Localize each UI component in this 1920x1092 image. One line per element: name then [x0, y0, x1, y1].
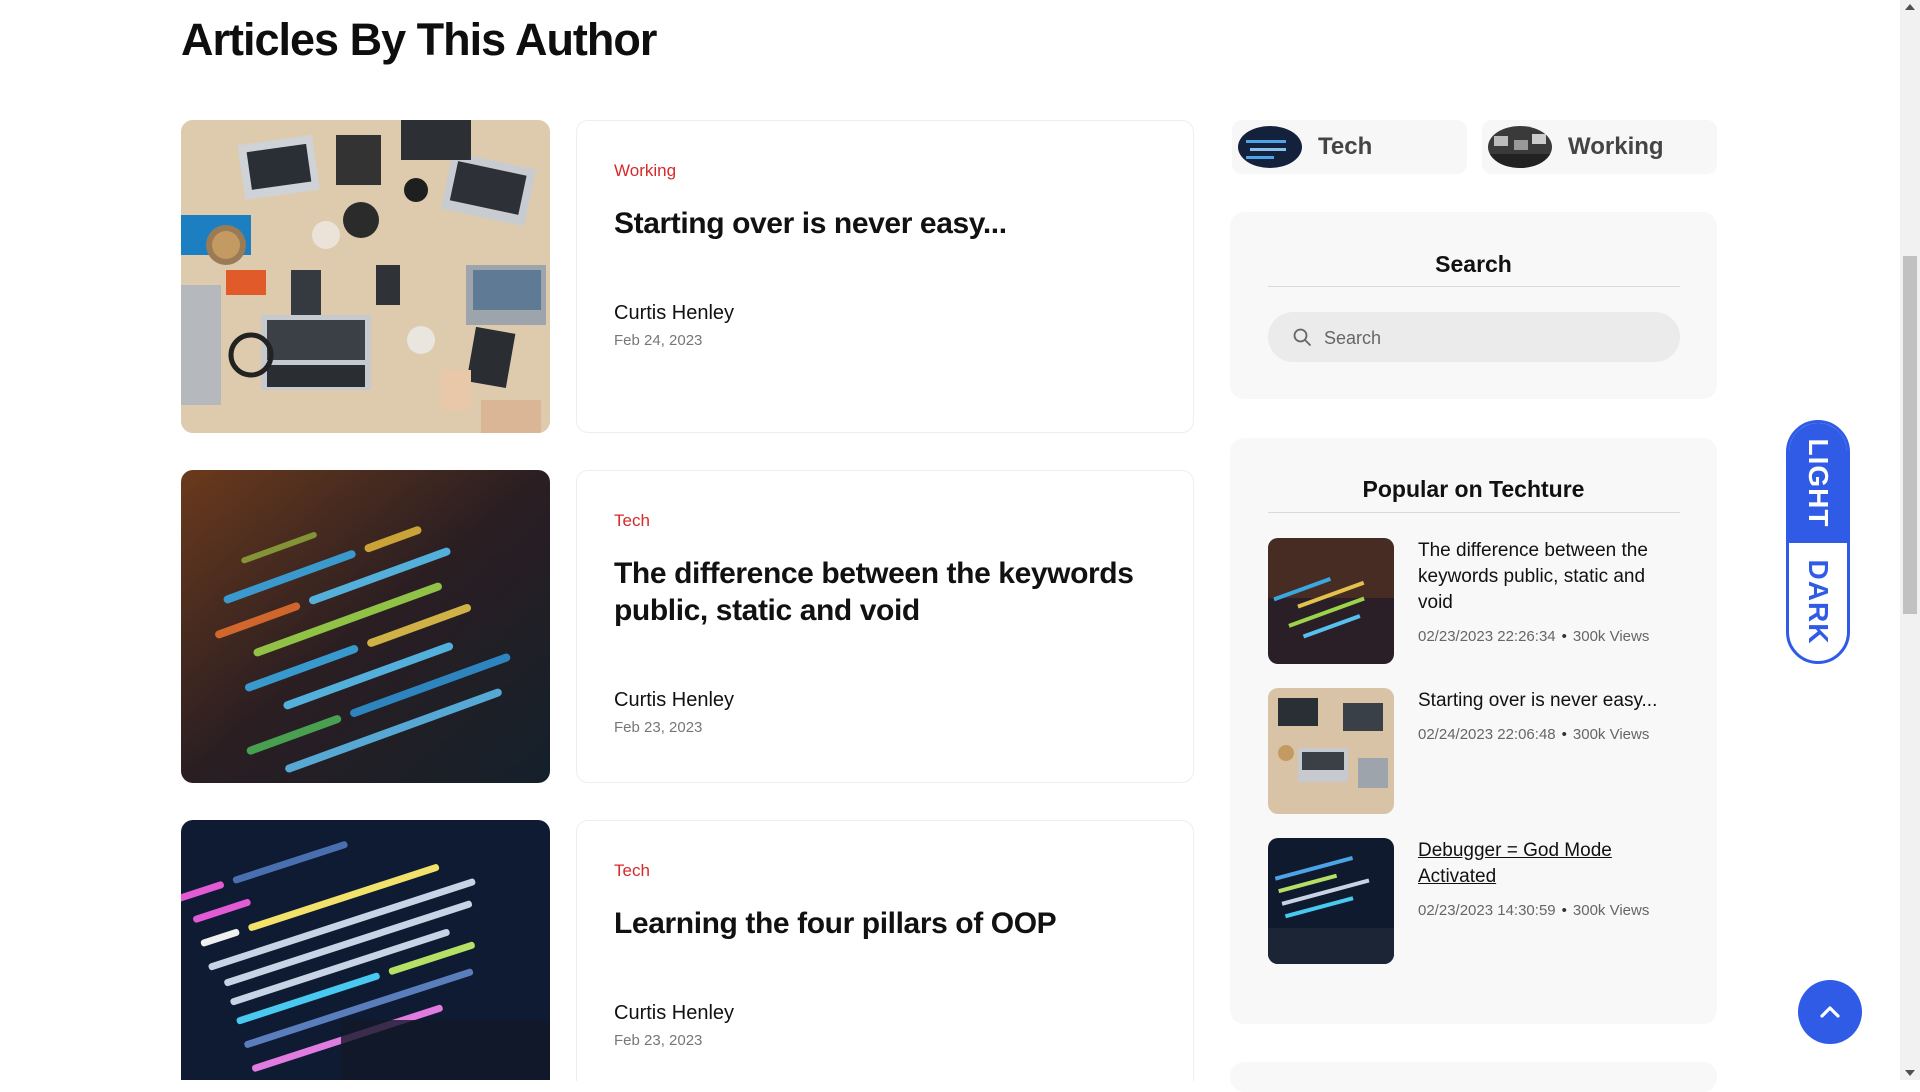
article-card[interactable]: Tech The difference between the keywords… — [576, 470, 1194, 783]
light-mode-button[interactable]: LIGHT — [1789, 423, 1847, 543]
popular-item-title[interactable]: Debugger = God Mode Activated — [1418, 838, 1680, 890]
popular-item[interactable]: Debugger = God Mode Activated 02/23/2023… — [1268, 838, 1680, 964]
search-icon[interactable] — [1292, 327, 1312, 347]
article-title[interactable]: Starting over is never easy... — [614, 205, 1174, 242]
search-widget: Search — [1230, 212, 1717, 399]
scroll-to-top-button[interactable] — [1798, 980, 1862, 1044]
article-date: Feb 23, 2023 — [614, 719, 703, 736]
article-title[interactable]: The difference between the keywords publ… — [614, 555, 1174, 629]
popular-item-datetime: 02/24/2023 22:06:48 — [1418, 726, 1556, 743]
dark-mode-button[interactable]: DARK — [1789, 543, 1847, 661]
popular-item-datetime: 02/23/2023 22:26:34 — [1418, 628, 1556, 645]
article-card[interactable]: Tech Learning the four pillars of OOP Cu… — [576, 820, 1194, 1081]
article-category[interactable]: Tech — [614, 861, 650, 881]
divider — [1268, 286, 1680, 287]
scroll-down-arrow-icon[interactable] — [1905, 1070, 1915, 1076]
scroll-up-arrow-icon[interactable] — [1905, 4, 1915, 10]
article-category[interactable]: Working — [614, 161, 676, 181]
popular-item-thumbnail[interactable] — [1268, 838, 1394, 964]
category-chip-tech[interactable]: Tech — [1232, 120, 1467, 174]
popular-item-title[interactable]: Starting over is never easy... — [1418, 688, 1680, 714]
popular-item-meta: 02/24/2023 22:06:48 • 300k Views — [1418, 726, 1649, 743]
article-card[interactable]: Working Starting over is never easy... C… — [576, 120, 1194, 433]
code-screen-photo — [181, 470, 550, 783]
popular-item-views: 300k Views — [1572, 726, 1650, 743]
popular-item-views: 300k Views — [1572, 902, 1650, 919]
popular-widget-title: Popular on Techture — [1362, 476, 1585, 502]
article-title[interactable]: Learning the four pillars of OOP — [614, 905, 1174, 942]
popular-item-meta: 02/23/2023 14:30:59 • 300k Views — [1418, 902, 1649, 919]
popular-item-thumbnail[interactable] — [1268, 688, 1394, 814]
scrollbar-thumb[interactable] — [1903, 256, 1917, 614]
article-category[interactable]: Tech — [614, 511, 650, 531]
category-chip-label: Tech — [1318, 133, 1373, 160]
article-date: Feb 23, 2023 — [614, 1032, 703, 1049]
page-scrollbar[interactable] — [1900, 0, 1920, 1080]
popular-widget: Popular on Techture The difference betwe… — [1230, 438, 1717, 1024]
article-date: Feb 24, 2023 — [614, 332, 703, 349]
chevron-up-icon — [1820, 1006, 1840, 1018]
article-image-code[interactable] — [181, 470, 550, 783]
search-box[interactable] — [1268, 312, 1680, 364]
popular-item-meta: 02/23/2023 22:26:34 • 300k Views — [1418, 628, 1649, 645]
search-input[interactable] — [1322, 312, 1666, 364]
article-author[interactable]: Curtis Henley — [614, 1002, 734, 1025]
laptops-desk-photo — [181, 120, 550, 433]
separator-dot: • — [1561, 902, 1567, 919]
separator-dot: • — [1561, 628, 1567, 645]
article-author[interactable]: Curtis Henley — [614, 689, 734, 712]
category-chip-working[interactable]: Working — [1482, 120, 1717, 174]
popular-item-datetime: 02/23/2023 14:30:59 — [1418, 902, 1556, 919]
category-chip-label: Working — [1568, 133, 1664, 160]
article-image-laptops[interactable] — [181, 120, 550, 433]
theme-toggle[interactable]: LIGHT DARK — [1786, 420, 1850, 664]
popular-item[interactable]: Starting over is never easy... 02/24/202… — [1268, 688, 1680, 814]
dark-mode-label: DARK — [1803, 559, 1834, 645]
separator-dot: • — [1561, 726, 1567, 743]
divider — [1268, 512, 1680, 513]
popular-item-thumbnail[interactable] — [1268, 538, 1394, 664]
article-author[interactable]: Curtis Henley — [614, 302, 734, 325]
search-widget-title: Search — [1435, 251, 1512, 277]
office-thumb-image — [1488, 126, 1552, 168]
code-laptop-photo — [181, 820, 550, 1080]
page-heading: Articles By This Author — [181, 14, 657, 65]
popular-item-views: 300k Views — [1572, 628, 1650, 645]
article-image-oop[interactable] — [181, 820, 550, 1080]
tech-thumb-image — [1238, 126, 1302, 168]
next-widget — [1230, 1062, 1717, 1092]
popular-item[interactable]: The difference between the keywords publ… — [1268, 538, 1680, 664]
light-mode-label: LIGHT — [1803, 438, 1834, 528]
popular-item-title[interactable]: The difference between the keywords publ… — [1418, 538, 1680, 616]
